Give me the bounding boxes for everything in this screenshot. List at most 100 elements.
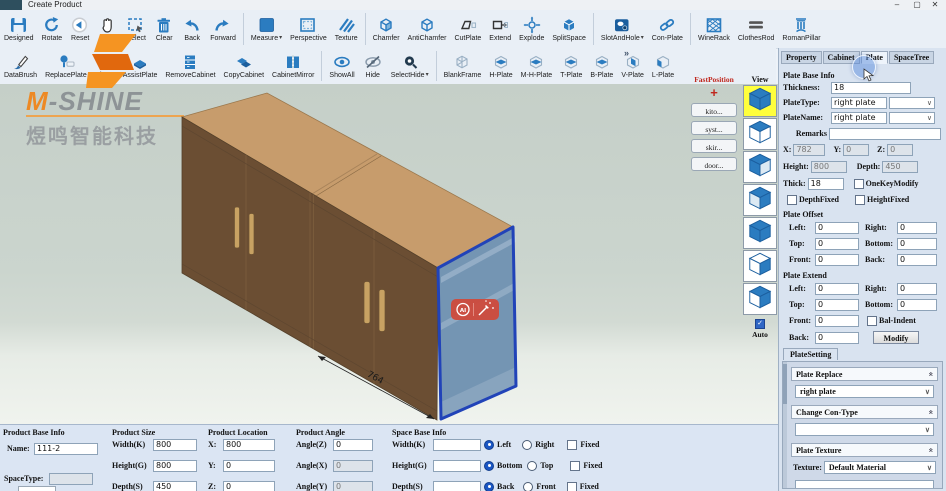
angle-z-field[interactable]: [333, 439, 373, 451]
thickness-field[interactable]: [831, 82, 911, 94]
radio-front[interactable]: [523, 482, 533, 491]
heightfixed-checkbox[interactable]: [855, 195, 865, 205]
cabinet-3d-model[interactable]: 764 AI: [0, 84, 778, 424]
view-cube-right-button[interactable]: [743, 250, 777, 282]
platename-dropdown[interactable]: ∨: [889, 112, 935, 124]
toolbar-button-copycabinet[interactable]: CopyCabinet: [220, 48, 268, 84]
auto-checkbox[interactable]: ✓: [755, 319, 765, 329]
remarks-field[interactable]: [829, 128, 941, 140]
offset-left-field[interactable]: [815, 222, 859, 234]
viewport-3d[interactable]: M-SHINE 煜鸣智能科技: [0, 84, 778, 424]
toolbar-button-designed[interactable]: Designed: [0, 10, 38, 48]
toolbar-button-back[interactable]: Back: [178, 10, 206, 48]
plate-replace-header[interactable]: Plate Replace«: [791, 367, 938, 381]
radio-top[interactable]: [527, 461, 537, 471]
toolbar-button-clothesrod[interactable]: ClothesRod: [734, 10, 779, 48]
radio-left[interactable]: [484, 440, 494, 450]
toolbar-button-l-plate[interactable]: L-Plate: [648, 48, 678, 84]
extend-right-field[interactable]: [897, 283, 937, 295]
thick-field[interactable]: [808, 178, 844, 190]
maximize-button[interactable]: ▢: [908, 0, 926, 10]
platetype-value-field[interactable]: [831, 97, 887, 109]
offset-top-field[interactable]: [815, 238, 859, 250]
size-depth-field[interactable]: [153, 481, 197, 491]
fastposition-add-button[interactable]: +: [707, 87, 721, 99]
tab-plate[interactable]: Plate: [861, 51, 888, 64]
fastposition-button-syst[interactable]: syst...: [691, 121, 737, 135]
toolbar-button-perspective[interactable]: Perspective: [286, 10, 331, 48]
platename-value-field[interactable]: [831, 112, 887, 124]
tab-property[interactable]: Property: [781, 51, 822, 64]
bal-indent-checkbox[interactable]: [867, 316, 877, 326]
tab-cabinet[interactable]: Cabinet: [823, 51, 860, 64]
toolbar-button-databrush[interactable]: DataBrush: [0, 48, 41, 84]
chevron-down-icon[interactable]: ▾: [279, 34, 282, 43]
chevron-down-icon[interactable]: ▾: [426, 71, 429, 80]
size-height-field[interactable]: [153, 460, 197, 472]
view-cube-open-right-button[interactable]: [743, 151, 777, 183]
extend-top-field[interactable]: [815, 299, 859, 311]
space-depth-field[interactable]: [433, 481, 481, 491]
partial-clipped-dropdown[interactable]: [795, 480, 934, 489]
view-cube-open-left-button[interactable]: [743, 184, 777, 216]
view-cube-open-mixed-button[interactable]: [743, 283, 777, 315]
toolbar-button-chamfer[interactable]: Chamfer: [369, 10, 404, 48]
view-cube-top-button[interactable]: [743, 118, 777, 150]
tab-spacetree[interactable]: SpaceTree: [889, 51, 934, 64]
texture-dropdown[interactable]: Default Material∨: [824, 461, 936, 474]
toolbar-button-explode[interactable]: Explode: [515, 10, 548, 48]
toolbar-button-cutplate[interactable]: CutPlate: [450, 10, 485, 48]
chevron-down-icon[interactable]: ▾: [641, 34, 644, 43]
toolbar-button-romanpillar[interactable]: RomanPillar: [778, 10, 824, 48]
modify-button[interactable]: Modify: [873, 331, 919, 344]
toolbar-button-m-h-plate[interactable]: M-H-Plate: [517, 48, 557, 84]
toolbar-button-extend[interactable]: Extend: [485, 10, 515, 48]
toolbar-button-con-plate[interactable]: Con-Plate: [648, 10, 687, 48]
platesetting-scrollbar[interactable]: [783, 362, 787, 488]
offset-back-field[interactable]: [897, 254, 937, 266]
extend-left-field[interactable]: [815, 283, 859, 295]
toolbar-button-winerack[interactable]: WineRack: [694, 10, 734, 48]
minimize-button[interactable]: –: [888, 0, 906, 10]
view-cube-solid-2-button[interactable]: [743, 217, 777, 249]
toolbar-button-b-plate[interactable]: B-Plate: [586, 48, 617, 84]
close-button[interactable]: ✕: [926, 0, 944, 10]
loc-y-field[interactable]: [223, 460, 275, 472]
offset-right-field[interactable]: [897, 222, 937, 234]
fastposition-button-door[interactable]: door...: [691, 157, 737, 171]
extend-front-field[interactable]: [815, 315, 859, 327]
platetype-dropdown[interactable]: ∨: [889, 97, 935, 109]
toolbar-button-slotandhole[interactable]: SlotAndHole▾: [597, 10, 648, 48]
onekeymodify-checkbox[interactable]: [854, 179, 864, 189]
plate-texture-header[interactable]: Plate Texture«: [791, 443, 938, 457]
radio-right[interactable]: [522, 440, 532, 450]
toolbar-button-h-plate[interactable]: H-Plate: [485, 48, 516, 84]
space-height-fixed-checkbox[interactable]: [570, 461, 580, 471]
toolbar-overflow-chevron-icon[interactable]: »: [624, 48, 629, 58]
loc-z-field[interactable]: [223, 481, 275, 491]
toolbar-button-cabinetmirror[interactable]: CabinetMirror: [268, 48, 318, 84]
radio-bottom[interactable]: [484, 461, 494, 471]
ai-annotation-badge[interactable]: AI: [451, 299, 499, 320]
radio-back[interactable]: [484, 482, 494, 491]
space-height-field[interactable]: [433, 460, 481, 472]
toolbar-button-rotate[interactable]: Rotate: [38, 10, 67, 48]
platesetting-tab[interactable]: PlateSetting: [783, 348, 838, 360]
offset-front-field[interactable]: [815, 254, 859, 266]
toolbar-button-antichamfer[interactable]: AntiChamfer: [404, 10, 451, 48]
toolbar-button-texture[interactable]: Texture: [331, 10, 362, 48]
space-width-field[interactable]: [433, 439, 481, 451]
toolbar-button-splitspace[interactable]: SplitSpace: [548, 10, 589, 48]
collapse-icon[interactable]: «: [926, 410, 936, 415]
depthfixed-checkbox[interactable]: [787, 195, 797, 205]
collapse-icon[interactable]: «: [926, 448, 936, 453]
name-field[interactable]: [34, 443, 98, 455]
fastposition-button-kito[interactable]: kito...: [691, 103, 737, 117]
view-cube-solid-button[interactable]: [743, 85, 777, 117]
change-contype-header[interactable]: Change Con-Type«: [791, 405, 938, 419]
fastposition-button-skir[interactable]: skir...: [691, 139, 737, 153]
collapse-icon[interactable]: «: [926, 372, 936, 377]
toolbar-button-t-plate[interactable]: T-Plate: [556, 48, 586, 84]
change-contype-dropdown[interactable]: ∨: [795, 423, 934, 436]
toolbar-button-v-plate[interactable]: V-Plate: [617, 48, 648, 84]
